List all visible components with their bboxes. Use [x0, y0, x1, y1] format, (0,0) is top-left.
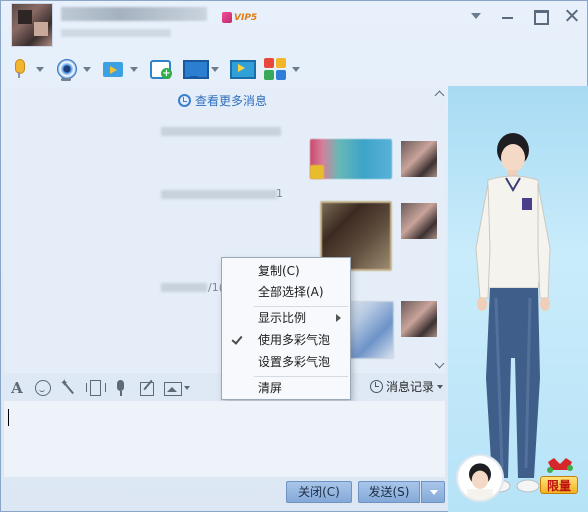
avatar-show-figure	[475, 133, 551, 493]
message-history-button[interactable]: 消息记录	[369, 378, 443, 395]
menu-item-label: 复制(C)	[258, 264, 300, 278]
voice-call-button[interactable]	[7, 55, 44, 83]
top-toolbar	[7, 55, 310, 83]
limited-gift[interactable]: 限量	[540, 456, 578, 496]
gift-icon	[547, 458, 573, 473]
message-input[interactable]	[4, 401, 445, 477]
checkmark-icon	[231, 333, 243, 345]
message-history-label: 消息记录	[385, 380, 434, 394]
contact-avatar[interactable]	[11, 3, 53, 47]
close-icon[interactable]	[563, 7, 581, 25]
share-screen-button[interactable]	[229, 55, 256, 83]
contact-name-blurred[interactable]	[61, 7, 207, 21]
scroll-up-icon[interactable]	[435, 90, 445, 98]
submenu-arrow-icon	[336, 314, 341, 322]
qq-show-panel[interactable]: 限量	[448, 86, 588, 512]
vip-badge[interactable]: VIP5	[220, 11, 260, 25]
message-header-blurred	[161, 190, 277, 199]
view-more-messages-link[interactable]: 查看更多消息	[178, 92, 267, 109]
screen-share-icon	[229, 57, 256, 81]
chat-window: VIP5 + 查看更多消息 1 /1(复制(C) 全部选择(A) 显示比例 使…	[0, 0, 588, 512]
send-file-button[interactable]	[101, 55, 138, 83]
menu-item-label: 全部选择(A)	[258, 285, 324, 299]
close-button[interactable]: 关闭(C)	[286, 481, 352, 503]
magic-expression-icon[interactable]	[56, 378, 82, 398]
self-avatar[interactable]	[401, 203, 437, 239]
microphone-icon	[7, 57, 31, 81]
input-toolbar: A 消息记录	[4, 375, 445, 401]
chevron-down-icon[interactable]	[211, 66, 219, 72]
timestamp-fragment: 1	[276, 187, 283, 200]
clock-icon	[178, 94, 191, 107]
chevron-down-icon[interactable]	[36, 66, 44, 72]
image-icon[interactable]	[160, 378, 186, 398]
scroll-down-icon[interactable]	[435, 361, 445, 369]
menu-item-label: 显示比例	[258, 311, 307, 325]
message-header-blurred	[161, 283, 207, 292]
app-grid-icon	[263, 57, 287, 81]
menu-item-use-colorful-bubbles[interactable]: 使用多彩气泡	[223, 329, 349, 351]
apps-button[interactable]	[263, 55, 300, 83]
window-controls	[467, 7, 581, 25]
chevron-down-icon[interactable]	[292, 66, 300, 72]
maximize-icon[interactable]	[531, 7, 549, 25]
mini-avatar-icon	[467, 463, 493, 500]
emoji-icon[interactable]	[30, 378, 56, 398]
minimize-icon[interactable]	[499, 7, 517, 25]
remote-assist-button[interactable]	[182, 55, 219, 83]
font-icon[interactable]: A	[4, 378, 30, 398]
menu-item-zoom[interactable]: 显示比例	[223, 307, 349, 329]
window-shake-icon[interactable]	[82, 378, 108, 398]
message-header-blurred	[161, 127, 281, 136]
voice-message-icon[interactable]	[108, 378, 134, 398]
handwriting-icon[interactable]	[134, 378, 160, 398]
view-more-messages-label: 查看更多消息	[195, 94, 268, 108]
text-caret	[8, 409, 9, 426]
video-call-button[interactable]	[54, 55, 91, 83]
menu-item-select-all[interactable]: 全部选择(A)	[223, 281, 349, 303]
remote-screen-icon	[182, 57, 209, 81]
self-avatar[interactable]	[401, 301, 437, 337]
mini-avatar[interactable]	[456, 454, 504, 502]
message-bubble-decoration	[310, 165, 324, 179]
chevron-down-icon[interactable]	[130, 66, 138, 72]
webcam-icon	[54, 57, 78, 81]
self-avatar[interactable]	[401, 141, 437, 177]
menu-item-set-colorful-bubbles[interactable]: 设置多彩气泡	[223, 351, 349, 373]
title-bar: VIP5	[1, 1, 588, 51]
chevron-down-icon[interactable]	[83, 66, 91, 72]
menu-item-label: 设置多彩气泡	[258, 355, 331, 369]
send-button[interactable]: 发送(S)	[358, 481, 420, 503]
create-discussion-button[interactable]	[148, 55, 172, 83]
note-add-icon	[148, 57, 172, 81]
menu-item-copy[interactable]: 复制(C)	[223, 260, 349, 282]
contact-status-blurred	[61, 29, 171, 37]
chevron-down-icon	[437, 384, 443, 389]
send-options-button[interactable]	[421, 481, 445, 503]
menu-arrow-icon[interactable]	[467, 7, 485, 25]
menu-item-label: 使用多彩气泡	[258, 333, 331, 347]
clock-icon	[369, 380, 383, 393]
folder-transfer-icon	[101, 57, 125, 81]
limited-label: 限量	[540, 476, 578, 494]
